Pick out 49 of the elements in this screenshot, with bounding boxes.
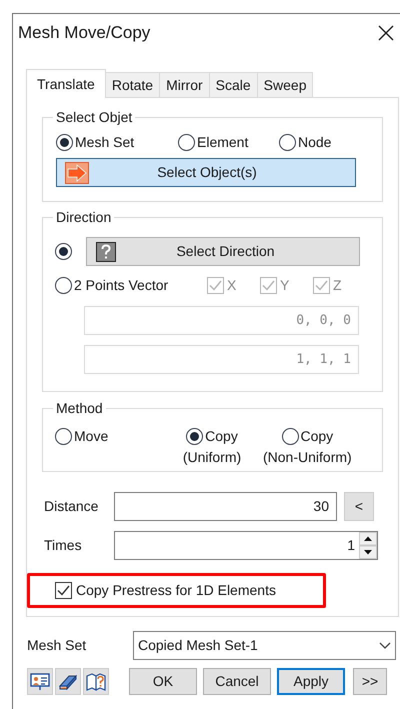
distance-field[interactable]: 30: [114, 492, 337, 521]
dialog-button[interactable]: >>: [353, 668, 387, 695]
checkbox-label: Z: [333, 276, 342, 295]
radio-sublabel: (Uniform): [182, 448, 242, 467]
mesh-set-dropdown[interactable]: Copied Mesh Set-1: [133, 631, 396, 660]
radio-label: Copy: [300, 427, 334, 446]
question-mark-icon: [96, 242, 116, 262]
checkbox-label: Y: [280, 276, 290, 295]
tab[interactable]: Mirror: [160, 72, 210, 97]
radio-sublabel: (Non-Uniform): [263, 448, 352, 467]
radio-label: 2 Points Vector: [74, 276, 168, 295]
spin-arrows-icon[interactable]: [359, 532, 377, 559]
field-label: Distance: [44, 497, 100, 516]
chevron-down-icon: [379, 642, 391, 650]
eraser-icon[interactable]: [55, 668, 81, 695]
radio-button[interactable]: [55, 277, 72, 294]
dialog-button[interactable]: OK: [129, 668, 197, 695]
field-label: Mesh Set: [27, 636, 88, 655]
times-spin-field[interactable]: 1: [114, 531, 378, 560]
checkbox[interactable]: [55, 582, 72, 599]
tab[interactable]: Scale: [210, 72, 258, 97]
radio-button[interactable]: [279, 134, 296, 151]
radio-button[interactable]: [282, 428, 298, 445]
select-direction-button[interactable]: Select Direction: [86, 237, 360, 266]
dialog-button[interactable]: Apply: [277, 668, 345, 695]
radio-label: Copy: [205, 427, 238, 446]
dialog-button[interactable]: Cancel: [203, 668, 271, 695]
tab[interactable]: Translate: [26, 69, 106, 98]
arrow-icon: [65, 162, 89, 184]
checkbox-label: Copy Prestress for 1D Elements: [76, 581, 276, 600]
radio-label: Element: [197, 133, 248, 152]
radio-button[interactable]: [56, 134, 73, 151]
radio-button[interactable]: [55, 243, 72, 260]
presentation-icon[interactable]: [27, 668, 53, 695]
tab[interactable]: Sweep: [258, 72, 314, 97]
radio-button[interactable]: [178, 134, 195, 151]
radio-label: Node: [298, 133, 332, 152]
radio-button[interactable]: [55, 428, 72, 445]
tab[interactable]: Rotate: [106, 72, 160, 97]
radio-label: Move: [74, 427, 108, 446]
checkbox-label: X: [227, 276, 236, 295]
radio-button[interactable]: [186, 428, 204, 445]
close-icon[interactable]: [378, 25, 394, 41]
radio-label: Mesh Set: [75, 133, 134, 152]
pick-button[interactable]: <: [344, 492, 374, 521]
select-objects-button[interactable]: Select Object(s): [56, 158, 356, 187]
field-label: Times: [44, 536, 83, 555]
window-title: Mesh Move/Copy: [18, 22, 152, 44]
help-book-icon[interactable]: [83, 668, 109, 695]
